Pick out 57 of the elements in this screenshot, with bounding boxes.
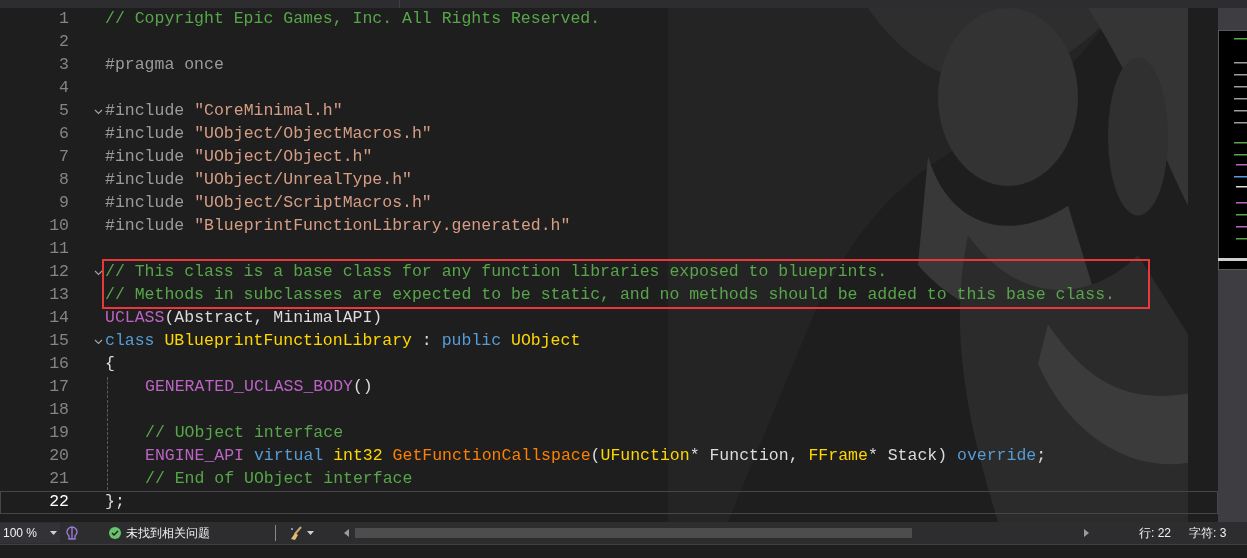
line-number: 5 [58, 100, 69, 123]
horizontal-scrollbar[interactable] [344, 525, 1089, 541]
code-line: // This class is a base class for any function libraries exposed to blueprints. [105, 261, 888, 284]
code-line: ENGINE_API virtual int32 GetFunctionCallspace(UFunction* Function, FFrame* Stack) override; [145, 445, 1047, 468]
code-line: #pragma once [105, 54, 224, 77]
code-line: #include "CoreMinimal.h" [105, 100, 343, 123]
code-line: // Methods in subclasses are expected to be static, and no methods should be added to this base class. [105, 284, 1115, 307]
line-number: 12 [48, 261, 69, 284]
code-line: class UBlueprintFunctionLibrary : public UObject [105, 330, 581, 353]
issues-status[interactable]: 未找到相关问题 [126, 524, 210, 542]
line-number: 10 [48, 215, 69, 238]
line-number: 20 [48, 445, 69, 468]
code-line: #include "BlueprintFunctionLibrary.generated.h" [105, 215, 571, 238]
line-number: 11 [48, 238, 69, 261]
code-line: #include "UObject/UnrealType.h" [105, 169, 412, 192]
right-arrow-icon[interactable] [1084, 529, 1089, 537]
line-number: 13 [48, 284, 69, 307]
code-line: UCLASS(Abstract, MinimalAPI) [105, 307, 383, 330]
code-line: { [105, 353, 115, 376]
minimap[interactable] [1218, 30, 1247, 270]
left-arrow-icon[interactable] [344, 529, 349, 537]
code-line: }; [105, 491, 125, 514]
line-number: 9 [58, 192, 69, 215]
line-number: 18 [48, 399, 69, 422]
code-line: #include "UObject/Object.h" [105, 146, 373, 169]
zoom-dropdown[interactable]: 100 % [0, 523, 60, 543]
code-line: // End of UObject interface [145, 468, 413, 491]
line-number: 22 [48, 491, 69, 514]
code-line: GENERATED_UCLASS_BODY() [145, 376, 373, 399]
line-number: 19 [48, 422, 69, 445]
line-indicator: 行: 22 [1139, 525, 1171, 542]
line-number: 3 [58, 54, 69, 77]
line-number: 6 [58, 123, 69, 146]
line-number: 15 [48, 330, 69, 353]
line-number: 2 [58, 31, 69, 54]
caret-icon [50, 531, 57, 535]
code-line: #include "UObject/ObjectMacros.h" [105, 123, 432, 146]
code-line: // Copyright Epic Games, Inc. All Rights Reserved. [105, 8, 601, 31]
line-number: 17 [48, 376, 69, 399]
line-number: 1 [58, 8, 69, 31]
line-number: 7 [58, 146, 69, 169]
vertical-scrollbar[interactable] [1218, 8, 1247, 522]
line-number: 16 [48, 353, 69, 376]
fold-chevron-icon[interactable] [94, 269, 103, 276]
code-line: #include "UObject/ScriptMacros.h" [105, 192, 432, 215]
brush-icon [289, 526, 303, 540]
check-circle-icon [109, 527, 121, 539]
fold-chevron-icon[interactable] [94, 338, 103, 345]
caret-icon [307, 531, 314, 535]
line-number: 14 [48, 307, 69, 330]
line-number: 21 [48, 468, 69, 491]
column-indicator: 字符: 3 [1189, 525, 1227, 542]
line-number: 8 [58, 169, 69, 192]
cleanup-button[interactable] [289, 526, 314, 540]
line-number: 4 [58, 77, 69, 100]
code-line: // UObject interface [145, 422, 344, 445]
fold-chevron-icon[interactable] [94, 108, 103, 115]
